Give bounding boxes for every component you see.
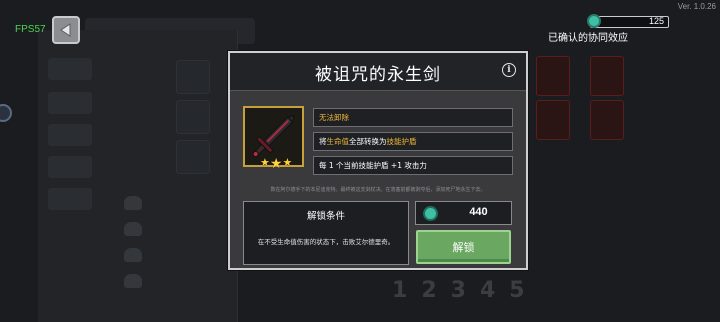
background-item-slot (590, 100, 624, 140)
background-item-slot (590, 56, 624, 96)
unlock-condition-text: 在不受生命值伤害的状态下，击败艾尔德里奇。 (257, 238, 395, 246)
background-grid-cell (176, 140, 210, 174)
gem-icon (587, 14, 601, 28)
gem-icon (423, 206, 438, 221)
background-list-item (48, 92, 92, 114)
trait-text: 将 (319, 137, 327, 146)
cost-value: 440 (469, 206, 488, 218)
background-list-item (48, 124, 92, 146)
trait-convert-health: 将生命值全部转换为技能护盾 (313, 132, 513, 151)
dialog-header: 被诅咒的永生剑 i (230, 53, 526, 91)
star-icon: ★ (282, 156, 293, 169)
weapon-unlock-dialog: 被诅咒的永生剑 i ★ ★ ★ 无法卸除 将生命值全部转换为技能护盾 每 1 个… (228, 51, 528, 270)
fps-counter: FPS57 (15, 24, 46, 35)
synergy-label[interactable]: 已确认的协同效应 (548, 29, 628, 44)
flavor-text: 数在阿尔德手下的本尼迪克特。最终被这支剑杖决。在落塞前都被剥夺后，添加死尸地永生… (270, 187, 486, 193)
unlock-button[interactable]: 解锁 (416, 230, 511, 264)
background-digit: 5 (509, 278, 525, 303)
info-icon[interactable]: i (502, 63, 516, 77)
background-digit: 3 (450, 278, 466, 303)
background-page-digits: 1 2 3 4 5 (392, 278, 525, 303)
unlock-condition-box: 解锁条件 在不受生命值伤害的状态下，击败艾尔德里奇。 (243, 201, 409, 265)
background-digit: 4 (479, 278, 496, 303)
version-label: Ver. 1.0.26 (677, 2, 716, 11)
unlock-cost: 440 (415, 201, 512, 225)
trait-attack-bonus: 每 1 个当前技能护盾 +1 攻击力 (313, 156, 513, 175)
back-button[interactable] (52, 16, 80, 44)
background-helmet-icon (124, 274, 142, 288)
gem-count: 125 (648, 16, 664, 26)
star-icon: ★ (260, 156, 270, 169)
unlock-condition-title: 解锁条件 (306, 211, 345, 222)
background-list-item (48, 58, 92, 80)
trait-highlight: 技能护盾 (386, 137, 417, 146)
background-digit: 2 (421, 278, 437, 303)
trait-highlight: 生命值 (326, 137, 350, 146)
star-icon: ★ (269, 156, 283, 172)
background-helmet-icon (124, 248, 142, 262)
background-item-slot (536, 56, 570, 96)
back-arrow-icon (60, 23, 71, 37)
rarity-stars: ★ ★ ★ (260, 157, 292, 171)
background-item-slot (536, 100, 570, 140)
dialog-title: 被诅咒的永生剑 (315, 65, 441, 85)
gem-currency-bar: 125 (587, 14, 669, 28)
background-helmet-icon (124, 222, 142, 236)
background-digit: 1 (392, 278, 408, 303)
background-list-item (48, 188, 92, 210)
background-grid-cell (176, 60, 210, 94)
background-list-item (48, 156, 92, 178)
background-helmet-icon (124, 196, 142, 210)
weapon-portrait: ★ ★ ★ (243, 106, 304, 171)
trait-undroppable: 无法卸除 (313, 108, 513, 127)
trait-text: 全部转换为 (349, 137, 387, 146)
side-menu-ring-icon[interactable] (0, 104, 12, 122)
background-grid-cell (176, 100, 210, 134)
